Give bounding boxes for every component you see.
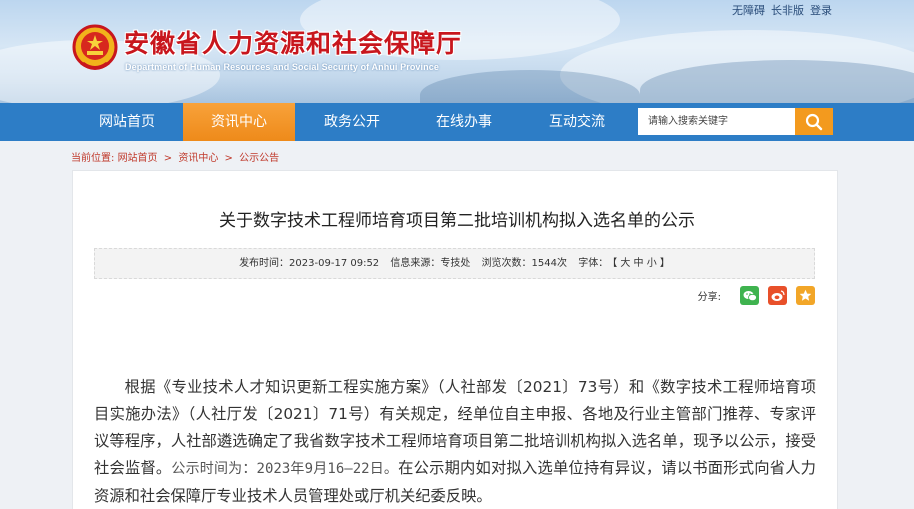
article-meta: 发布时间：2023-09-17 09:52 信息来源：专技处 浏览次数：1544…	[94, 248, 815, 279]
view-count: 浏览次数：1544次	[481, 258, 568, 269]
nav-item-government[interactable]: 政务公开	[296, 103, 408, 141]
national-emblem-icon	[72, 24, 118, 70]
font-size-switcher[interactable]: 【 大 中 小 】	[612, 258, 670, 269]
login-link[interactable]: 登录	[810, 4, 832, 17]
breadcrumb-prefix: 当前位置:	[71, 153, 115, 164]
breadcrumb-link-home[interactable]: 网站首页	[118, 153, 158, 164]
notice-period: 公示时间为：2023年9月16—22日。	[171, 461, 399, 477]
info-source: 信息来源：专技处	[390, 258, 471, 269]
article-paragraph: 根据《专业技术人才知识更新工程实施方案》（人社部发〔2021〕73号）和《数字技…	[94, 374, 816, 509]
share-label: 分享:	[697, 292, 721, 303]
search-button[interactable]	[795, 108, 833, 135]
search-input[interactable]	[638, 108, 796, 135]
breadcrumb-link-notices[interactable]: 公示公告	[239, 153, 279, 164]
accessibility-link[interactable]: 无障碍	[732, 4, 765, 17]
share-favorite-button[interactable]	[796, 286, 815, 305]
search-icon	[805, 113, 823, 130]
nav-item-interaction[interactable]: 互动交流	[521, 103, 633, 141]
site-title: 安徽省人力资源和社会保障厅	[124, 29, 463, 58]
breadcrumb-link-news[interactable]: 资讯中心	[178, 153, 218, 164]
breadcrumb-separator: >	[163, 153, 173, 164]
site-header: 无障碍 长非版 登录 安徽省人力资源和社会保障厅 Department of Hum…	[0, 0, 914, 103]
elder-mode-link[interactable]: 长非版	[771, 4, 804, 17]
nav-item-online-service[interactable]: 在线办事	[408, 103, 520, 141]
article-body: 根据《专业技术人才知识更新工程实施方案》（人社部发〔2021〕73号）和《数字技…	[94, 374, 816, 509]
favorite-icon	[799, 289, 812, 301]
share-bar: 分享:	[698, 286, 815, 305]
site-subtitle: Department of Human Resources and Social…	[125, 62, 439, 72]
weibo-icon	[771, 289, 785, 301]
top-links: 无障碍 长非版 登录	[726, 2, 832, 18]
breadcrumb: 当前位置: 网站首页 > 资讯中心 > 公示公告	[71, 149, 279, 164]
nav-item-news[interactable]: 资讯中心	[183, 103, 295, 141]
publish-time: 发布时间：2023-09-17 09:52	[239, 258, 380, 269]
font-size-label: 字体：	[578, 258, 609, 269]
nav-item-home[interactable]: 网站首页	[71, 103, 183, 141]
share-wechat-button[interactable]	[740, 286, 759, 305]
article-title: 关于数字技术工程师培育项目第二批培训机构拟入选名单的公示	[219, 211, 695, 231]
share-weibo-button[interactable]	[768, 286, 787, 305]
wechat-icon	[743, 290, 757, 301]
breadcrumb-separator: >	[224, 153, 233, 164]
